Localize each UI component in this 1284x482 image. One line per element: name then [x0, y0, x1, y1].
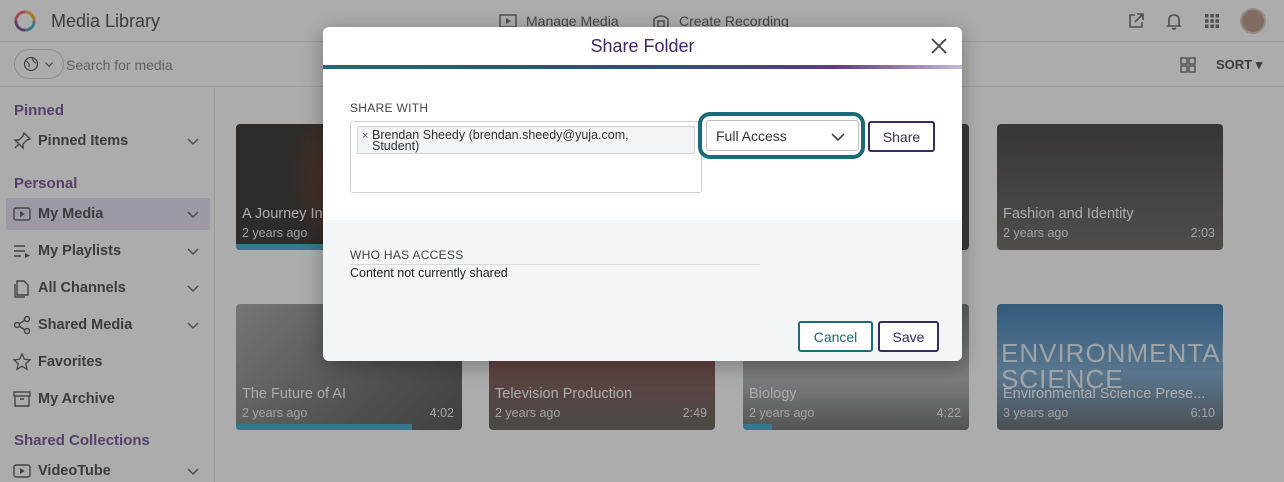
access-level-select[interactable]: Full Access	[706, 120, 859, 151]
save-button[interactable]: Save	[878, 321, 939, 352]
dialog-title: Share Folder	[590, 36, 695, 56]
divider	[350, 264, 760, 265]
share-button[interactable]: Share	[868, 121, 935, 152]
recipient-chip-label-line2: Student)	[372, 139, 420, 153]
dialog-divider	[323, 65, 962, 69]
cancel-button[interactable]: Cancel	[798, 321, 873, 352]
who-has-access-label: WHO HAS ACCESS	[350, 248, 464, 262]
access-level-value: Full Access	[716, 127, 787, 144]
share-recipients-field[interactable]: × Brendan Sheedy (brendan.sheedy@yuja.co…	[350, 121, 702, 193]
who-has-access-panel: WHO HAS ACCESS Content not currently sha…	[323, 220, 962, 361]
share-folder-dialog: Share Folder SHARE WITH × Brendan Sheedy…	[323, 27, 962, 361]
recipient-chip: × Brendan Sheedy (brendan.sheedy@yuja.co…	[357, 126, 695, 154]
recipient-chip-label-line1: Brendan Sheedy (brendan.sheedy@yuja.com,	[372, 128, 629, 142]
chevron-down-icon	[831, 133, 845, 142]
close-icon[interactable]	[930, 37, 948, 55]
remove-recipient-icon[interactable]: ×	[362, 131, 368, 142]
dialog-header: Share Folder	[323, 27, 962, 65]
share-with-label: SHARE WITH	[350, 101, 429, 115]
access-status-text: Content not currently shared	[350, 266, 508, 280]
